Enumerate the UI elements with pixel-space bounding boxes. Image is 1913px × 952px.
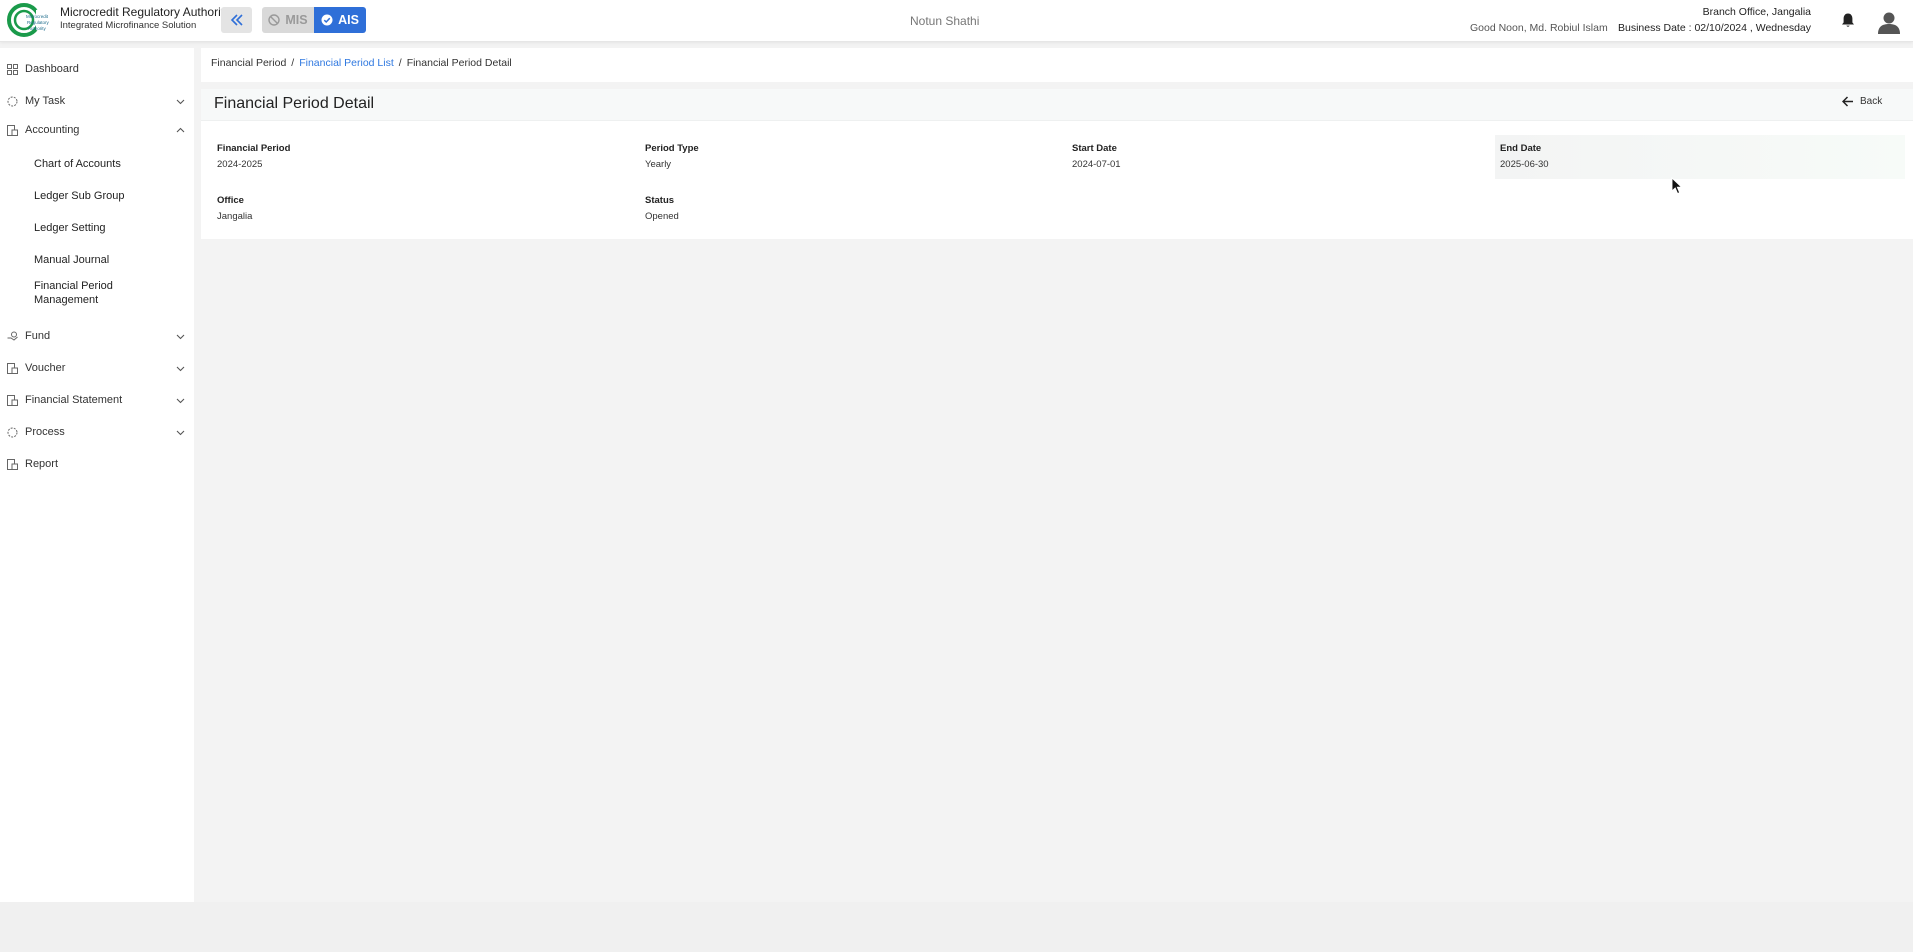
user-avatar-icon[interactable] (1876, 9, 1902, 35)
chevron-down-icon (176, 366, 185, 371)
field-start-date: Start Date 2024-07-01 (1072, 143, 1121, 170)
mouse-pointer-icon (1671, 177, 1683, 195)
sidebar-subitem-label-line2: Management (34, 294, 99, 306)
chevron-down-icon (176, 334, 185, 339)
sidebar-subitem-manual-journal[interactable]: Manual Journal (34, 254, 109, 266)
sidebar-item-report[interactable]: Report (0, 452, 194, 476)
field-value: Yearly (645, 159, 672, 170)
field-value: 2024-07-01 (1072, 159, 1121, 170)
sidebar-item-label: Dashboard (25, 63, 79, 75)
sidebar-subitem-chart-of-accounts[interactable]: Chart of Accounts (34, 158, 121, 170)
mode-toggle: MIS AIS (262, 7, 366, 33)
greeting-text: Good Noon, Md. Robiul Islam (1470, 22, 1608, 34)
chevron-down-icon (176, 99, 185, 104)
chevron-down-icon (176, 430, 185, 435)
collapse-sidebar-button[interactable] (221, 7, 252, 33)
branch-name: Branch Office, Jangalia (1702, 6, 1811, 18)
fund-icon (7, 331, 18, 341)
double-chevron-left-icon (230, 14, 243, 26)
sidebar-subitem-financial-period-management[interactable]: Financial Period Management (34, 279, 113, 307)
top-header: Microcredit Regulatory Authority Microcr… (0, 0, 1913, 42)
sidebar-item-fund[interactable]: Fund (0, 324, 194, 348)
mis-label: MIS (285, 13, 308, 27)
mra-logo: Microcredit Regulatory Authority (7, 3, 52, 37)
organization-title: Notun Shathi (910, 14, 980, 28)
arrow-left-icon (1842, 96, 1853, 107)
back-label: Back (1860, 96, 1883, 107)
chevron-down-icon (176, 398, 185, 403)
field-highlight (1495, 135, 1905, 179)
breadcrumb-separator: / (398, 57, 402, 69)
process-icon (7, 427, 18, 437)
sidebar-item-label: Accounting (25, 124, 80, 136)
statement-icon (7, 394, 18, 406)
sidebar-item-dashboard[interactable]: Dashboard (0, 57, 194, 81)
bell-icon[interactable] (1840, 12, 1856, 29)
field-label: Status (645, 195, 675, 206)
check-circle-icon (321, 14, 333, 26)
field-label: Office (217, 195, 244, 206)
breadcrumb-financial-period: Financial Period (211, 57, 287, 69)
field-value: 2024-2025 (217, 159, 263, 170)
sidebar-item-label: Voucher (25, 362, 66, 374)
field-office: Office Jangalia (217, 195, 252, 222)
page-title: Financial Period Detail (214, 95, 375, 112)
voucher-icon (7, 362, 18, 374)
footer-strip (0, 902, 1913, 952)
sidebar-item-label: My Task (25, 95, 66, 107)
field-value: Jangalia (217, 211, 253, 222)
breadcrumb-separator: / (291, 57, 295, 69)
sidebar-item-my-task[interactable]: My Task (0, 89, 194, 113)
mis-mode-button[interactable]: MIS (262, 7, 314, 33)
org-name: Microcredit Regulatory Authority (60, 5, 231, 19)
back-button[interactable]: Back (1842, 96, 1882, 107)
field-financial-period: Financial Period 2024-2025 (217, 143, 290, 170)
sidebar-subitem-ledger-sub-group[interactable]: Ledger Sub Group (34, 190, 125, 202)
sidebar-item-label: Fund (25, 330, 51, 342)
grid-icon (7, 63, 18, 75)
ais-label: AIS (338, 13, 359, 27)
chevron-up-icon (176, 127, 185, 132)
org-subtitle: Integrated Microfinance Solution (60, 20, 197, 31)
financial-period-detail-card: Financial Period Detail Back Financial P… (201, 89, 1913, 239)
field-status: Status Opened (645, 195, 679, 222)
sidebar-item-label: Report (25, 458, 59, 470)
breadcrumb: Financial Period / Financial Period List… (211, 57, 512, 69)
sidebar-item-label: Financial Statement (25, 394, 123, 406)
sidebar-item-process[interactable]: Process (0, 420, 194, 444)
ais-mode-button[interactable]: AIS (314, 7, 366, 33)
field-label: Period Type (645, 143, 699, 154)
field-value: 2025-06-30 (1500, 159, 1549, 170)
breadcrumb-financial-period-list-link[interactable]: Financial Period List (299, 57, 394, 69)
report-icon (7, 458, 18, 470)
sidebar-item-voucher[interactable]: Voucher (0, 356, 194, 380)
sidebar-item-label: Process (25, 426, 65, 438)
accounting-icon (7, 124, 18, 136)
business-date: Business Date : 02/10/2024 , Wednesday (1617, 22, 1811, 34)
field-label: Financial Period (217, 143, 291, 154)
block-icon (268, 14, 281, 26)
card-header: Financial Period Detail Back (201, 89, 1913, 121)
field-label: End Date (1500, 143, 1542, 154)
field-value: Opened (645, 211, 679, 222)
breadcrumb-current: Financial Period Detail (406, 57, 512, 69)
field-period-type: Period Type Yearly (645, 143, 699, 170)
sidebar-item-accounting[interactable]: Accounting (0, 118, 194, 142)
sidebar-subitem-label-line1: Financial Period (34, 280, 113, 292)
breadcrumb-bar: Financial Period / Financial Period List… (201, 48, 1913, 82)
task-icon (7, 96, 18, 106)
sidebar-subitem-ledger-setting[interactable]: Ledger Setting (34, 222, 106, 234)
sidebar-item-financial-statement[interactable]: Financial Statement (0, 388, 194, 412)
svg-text:Microcredit: Microcredit (26, 14, 49, 19)
field-label: Start Date (1072, 143, 1117, 154)
sidebar: Dashboard My Task Accounting Chart of Ac… (0, 48, 194, 902)
field-end-date: End Date 2025-06-30 (1500, 143, 1549, 170)
svg-text:Regulatory: Regulatory (27, 20, 50, 25)
svg-text:Authority: Authority (28, 26, 47, 31)
